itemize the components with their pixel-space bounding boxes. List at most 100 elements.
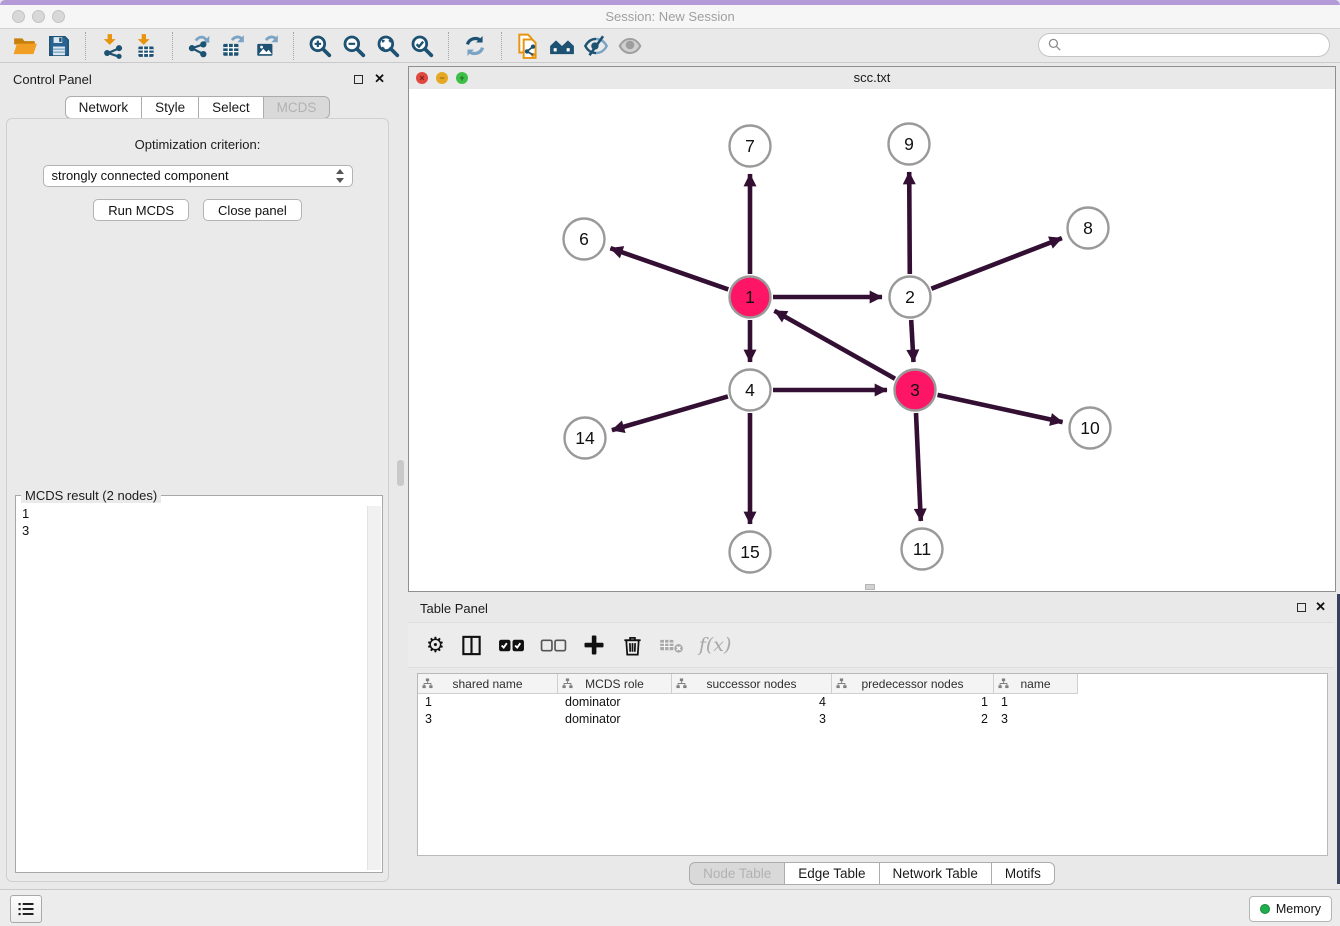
mcds-result-list: 13	[16, 499, 366, 872]
column-header-successor-nodes[interactable]: successor nodes	[672, 674, 832, 693]
table-cell: dominator	[558, 694, 672, 711]
edge-4-14[interactable]	[612, 396, 728, 430]
memory-button[interactable]: Memory	[1249, 896, 1332, 922]
toolbar-separator	[85, 32, 86, 60]
network-graph-canvas[interactable]: 7968124314101511	[409, 89, 1335, 591]
edge-2-8[interactable]	[931, 238, 1062, 289]
toolbar-separator	[448, 32, 449, 60]
zoom-in-icon[interactable]	[303, 31, 337, 61]
node-label-1: 1	[745, 287, 755, 307]
edge-2-9[interactable]	[909, 172, 910, 274]
node-label-14: 14	[575, 428, 595, 448]
node-label-2: 2	[905, 287, 915, 307]
close-panel-icon[interactable]: ✕	[374, 74, 385, 84]
save-session-icon[interactable]	[42, 31, 76, 61]
edge-3-1[interactable]	[774, 311, 895, 379]
task-list-icon	[16, 899, 36, 919]
table-tab-motifs[interactable]: Motifs	[991, 862, 1055, 885]
add-row-icon[interactable]	[582, 630, 606, 660]
dropdown-stepper-icon	[336, 169, 345, 183]
mcds-panel: Optimization criterion: strongly connect…	[6, 118, 389, 882]
node-label-9: 9	[904, 134, 914, 154]
delete-rows-icon[interactable]	[621, 630, 644, 660]
table-cell: 3	[672, 711, 832, 728]
tab-mcds[interactable]: MCDS	[263, 96, 331, 119]
app-title: Session: New Session	[0, 5, 1340, 28]
result-scrollbar[interactable]	[367, 506, 381, 870]
search-box[interactable]	[1038, 33, 1330, 57]
dropdown-value: strongly connected component	[52, 168, 229, 183]
optimization-criterion-label: Optimization criterion:	[7, 137, 388, 152]
split-panel-icon[interactable]	[460, 630, 483, 660]
table-cell: 2	[832, 711, 994, 728]
column-header-predecessor-nodes[interactable]: predecessor nodes	[832, 674, 994, 693]
export-network-icon[interactable]	[182, 31, 216, 61]
run-mcds-button[interactable]: Run MCDS	[93, 199, 189, 221]
table-tab-edge-table[interactable]: Edge Table	[784, 862, 879, 885]
task-history-button[interactable]	[10, 895, 42, 923]
table-tab-network-table[interactable]: Network Table	[879, 862, 992, 885]
splitpane-handle[interactable]	[397, 460, 404, 486]
table-panel-title: Table Panel	[420, 601, 488, 616]
table-toolbar: ⚙ f(x)	[408, 622, 1334, 668]
memory-status-icon	[1260, 904, 1270, 914]
float-panel-icon[interactable]	[354, 75, 363, 84]
mcds-result-node: 1	[22, 505, 366, 522]
zoom-fit-icon[interactable]	[371, 31, 405, 61]
search-input[interactable]	[1068, 37, 1312, 53]
toolbar-separator	[293, 32, 294, 60]
tab-select[interactable]: Select	[198, 96, 264, 119]
control-panel-title: Control Panel	[13, 72, 92, 87]
column-header-shared-name[interactable]: shared name	[418, 674, 558, 693]
edge-2-3[interactable]	[911, 320, 913, 362]
edge-3-11[interactable]	[916, 413, 921, 521]
node-label-4: 4	[745, 380, 755, 400]
table-cell: 3	[994, 711, 1078, 728]
search-icon	[1047, 37, 1063, 53]
table-cell: 1	[994, 694, 1078, 711]
table-row[interactable]: 3dominator323	[418, 711, 1327, 728]
zoom-selected-icon[interactable]	[405, 31, 439, 61]
node-table: shared nameMCDS rolesuccessor nodesprede…	[417, 673, 1328, 856]
table-float-panel-icon[interactable]	[1297, 603, 1306, 612]
export-image-icon[interactable]	[250, 31, 284, 61]
column-header-MCDS-role[interactable]: MCDS role	[558, 674, 672, 693]
hide-graphics-icon[interactable]	[579, 31, 613, 61]
function-builder-icon[interactable]: f(x)	[699, 634, 732, 656]
control-panel: Control Panel ✕ NetworkStyleSelectMCDS O…	[0, 66, 395, 888]
mcds-result-node: 3	[22, 522, 366, 539]
network-home-icon[interactable]	[545, 31, 579, 61]
duplicate-network-icon[interactable]	[511, 31, 545, 61]
network-resize-grip[interactable]	[865, 584, 875, 590]
edge-3-10[interactable]	[938, 395, 1063, 422]
close-panel-button[interactable]: Close panel	[203, 199, 302, 221]
node-label-15: 15	[740, 542, 759, 562]
table-row[interactable]: 1dominator411	[418, 694, 1327, 711]
column-header-name[interactable]: name	[994, 674, 1078, 693]
node-label-6: 6	[579, 229, 589, 249]
table-tab-node-table[interactable]: Node Table	[689, 862, 785, 885]
zoom-out-icon[interactable]	[337, 31, 371, 61]
mcds-result-group: MCDS result (2 nodes) 13	[15, 495, 383, 873]
import-network-icon[interactable]	[95, 31, 129, 61]
table-cell: 3	[418, 711, 558, 728]
tab-style[interactable]: Style	[141, 96, 199, 119]
table-panel: Table Panel ✕ ⚙ f(x) shared nameMCDS role…	[408, 594, 1336, 890]
optimization-criterion-dropdown[interactable]: strongly connected component	[43, 165, 353, 187]
table-settings-icon[interactable]: ⚙	[426, 630, 445, 660]
select-all-icon[interactable]	[498, 630, 525, 660]
show-graphics-icon[interactable]	[613, 31, 647, 61]
table-close-panel-icon[interactable]: ✕	[1315, 602, 1326, 612]
export-table-icon[interactable]	[216, 31, 250, 61]
node-label-10: 10	[1080, 418, 1100, 438]
refresh-layout-icon[interactable]	[458, 31, 492, 61]
edge-1-6[interactable]	[610, 248, 728, 289]
open-session-icon[interactable]	[8, 31, 42, 61]
delete-table-icon[interactable]	[659, 630, 684, 660]
deselect-all-icon[interactable]	[540, 630, 567, 660]
node-label-8: 8	[1083, 218, 1093, 238]
import-table-icon[interactable]	[129, 31, 163, 61]
table-cell: 1	[832, 694, 994, 711]
table-body: 1dominator4113dominator323	[418, 694, 1327, 728]
tab-network[interactable]: Network	[65, 96, 143, 119]
